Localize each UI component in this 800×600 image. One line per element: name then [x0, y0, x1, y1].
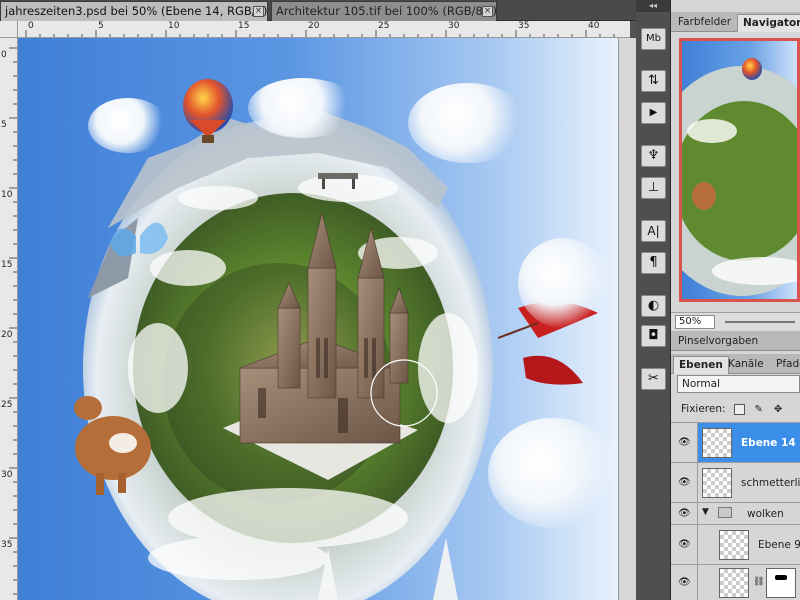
tab-farbfelder[interactable]: Farbfelder: [673, 14, 736, 32]
tab-pinselvorgaben[interactable]: Pinselvorgaben: [673, 333, 763, 351]
ruler-label: 5: [98, 21, 104, 31]
tool-presets-icon[interactable]: ⊥: [641, 177, 666, 199]
ruler-label: 15: [1, 260, 13, 270]
navigator-zoom-bar: 50%: [671, 312, 800, 330]
ruler-label: 20: [308, 21, 320, 31]
layer-name: schmetterling: [741, 476, 800, 489]
ruler-label: 5: [1, 120, 7, 130]
eye-icon[interactable]: 👁: [678, 508, 691, 520]
lock-options-row: Fixieren: ✎ ✥ 🔒: [671, 398, 800, 437]
ruler-label: 30: [448, 21, 460, 31]
layer-thumbnail: [719, 567, 749, 598]
tab-kanaele[interactable]: Kanäle: [723, 356, 769, 374]
mask-shape: [775, 575, 787, 580]
document-tab-jahreszeiten[interactable]: jahreszeiten3.psd bei 50% (Ebene 14, RGB…: [0, 1, 277, 21]
brush-presets-panel-header: Pinselvorgaben: [671, 331, 800, 351]
eye-icon[interactable]: 👁: [678, 437, 691, 449]
lock-transparent-icon[interactable]: [733, 403, 745, 415]
expand-triangle-icon[interactable]: ▼: [702, 507, 709, 517]
ruler-label: 10: [1, 190, 13, 200]
tools-settings-icon[interactable]: ✂: [641, 368, 666, 390]
sky-cloud: [408, 83, 528, 163]
tab-pfade[interactable]: Pfade: [771, 356, 800, 374]
tab-navigator[interactable]: Navigator: [737, 14, 800, 32]
paragraph-icon[interactable]: ¶: [641, 252, 666, 274]
eye-icon[interactable]: 👁: [678, 539, 691, 551]
visibility-column: 👁: [671, 423, 698, 462]
layer-mask-thumbnail[interactable]: [766, 568, 796, 598]
lock-label: Fixieren:: [681, 403, 726, 415]
visibility-column: 👁: [671, 565, 698, 600]
layer-row-ebene-9[interactable]: 👁 Ebene 9 K: [671, 524, 800, 564]
panel-column: Farbfelder Navigator 50% Pinselvorgaben …: [671, 0, 800, 600]
vertical-ruler[interactable]: 0 5 10 15 20 25 30 35: [0, 38, 18, 600]
ruler-label: 35: [518, 21, 530, 31]
adjustments-icon[interactable]: ◐: [641, 295, 666, 317]
layer-name: Ebene 9 K: [758, 538, 800, 551]
panel-dock: ◂◂ Mb ⇅ ▶ ♆ ⊥ A| ¶ ◐ ◘ ✂: [636, 0, 671, 600]
ruler-label: 30: [1, 470, 13, 480]
actions-icon[interactable]: ▶: [641, 102, 666, 124]
blend-mode-select[interactable]: Normal: [677, 375, 800, 393]
layer-thumbnail: [702, 467, 732, 498]
sky-cloud: [518, 238, 608, 328]
sky-cloud: [488, 418, 618, 528]
folder-icon: [718, 507, 732, 518]
navigator-panel-header: Farbfelder Navigator: [671, 12, 800, 32]
layer-row-masked[interactable]: 👁 ⛓: [671, 564, 800, 600]
document-tab-label: Architektur 105.tif bei 100% (RGB/8#): [276, 4, 497, 18]
zoom-level-input[interactable]: 50%: [675, 315, 715, 329]
layer-row-ebene-14[interactable]: 👁 Ebene 14: [671, 422, 800, 462]
close-icon[interactable]: ×: [253, 6, 264, 17]
clone-source-icon[interactable]: ♆: [641, 145, 666, 167]
visibility-column: 👁: [671, 525, 698, 564]
document-canvas[interactable]: [18, 38, 618, 600]
close-icon[interactable]: ×: [482, 6, 493, 17]
vertical-scrollbar[interactable]: [618, 38, 636, 600]
visibility-column: 👁: [671, 503, 698, 524]
layer-thumbnail: [719, 529, 749, 560]
layer-thumbnail: [702, 427, 732, 458]
sky-cloud: [248, 78, 358, 138]
ruler-origin[interactable]: [0, 21, 18, 38]
layer-name: wolken: [747, 507, 784, 520]
navigator-preview[interactable]: [679, 38, 800, 302]
ruler-label: 35: [1, 540, 13, 550]
zoom-slider[interactable]: [725, 321, 795, 323]
eye-icon[interactable]: 👁: [678, 577, 691, 589]
lock-image-icon[interactable]: ✎: [753, 404, 764, 415]
ruler-label: 0: [1, 50, 7, 60]
ruler-label: 15: [238, 21, 250, 31]
ruler-label: 25: [1, 400, 13, 410]
eye-icon[interactable]: 👁: [678, 477, 691, 489]
visibility-column: 👁: [671, 463, 698, 502]
chain-link-icon[interactable]: ⛓: [753, 577, 764, 587]
tab-ebenen[interactable]: Ebenen: [673, 356, 729, 374]
layers-panel-header: Ebenen Kanäle Pfade: [671, 354, 800, 374]
ruler-label: 0: [28, 21, 34, 31]
ruler-label: 20: [1, 330, 13, 340]
document-tab-architektur[interactable]: Architektur 105.tif bei 100% (RGB/8#) ×: [271, 1, 497, 21]
ruler-label: 10: [168, 21, 180, 31]
mini-bridge-icon[interactable]: Mb: [641, 28, 666, 50]
sky-cloud: [88, 98, 168, 153]
horizontal-ruler[interactable]: 0 5 10 15 20 25 30 35 40: [18, 21, 630, 38]
document-tab-bar: jahreszeiten3.psd bei 50% (Ebene 14, RGB…: [0, 0, 636, 21]
layer-row-schmetterling[interactable]: 👁 schmetterling: [671, 462, 800, 502]
navigator-thumbnail: [682, 58, 797, 296]
layer-group-wolken[interactable]: 👁 ▼ wolken: [671, 502, 800, 524]
ruler-label: 40: [588, 21, 600, 31]
ruler-label: 25: [378, 21, 390, 31]
ruler-ticks: [25, 30, 615, 37]
document-tab-label: jahreszeiten3.psd bei 50% (Ebene 14, RGB…: [5, 4, 277, 18]
lock-position-icon[interactable]: ✥: [773, 404, 784, 415]
character-icon[interactable]: A|: [641, 220, 666, 242]
collapse-dock-icon[interactable]: ◂◂: [636, 0, 670, 12]
layer-name: Ebene 14: [741, 436, 796, 449]
masks-icon[interactable]: ◘: [641, 325, 666, 347]
history-icon[interactable]: ⇅: [641, 70, 666, 92]
